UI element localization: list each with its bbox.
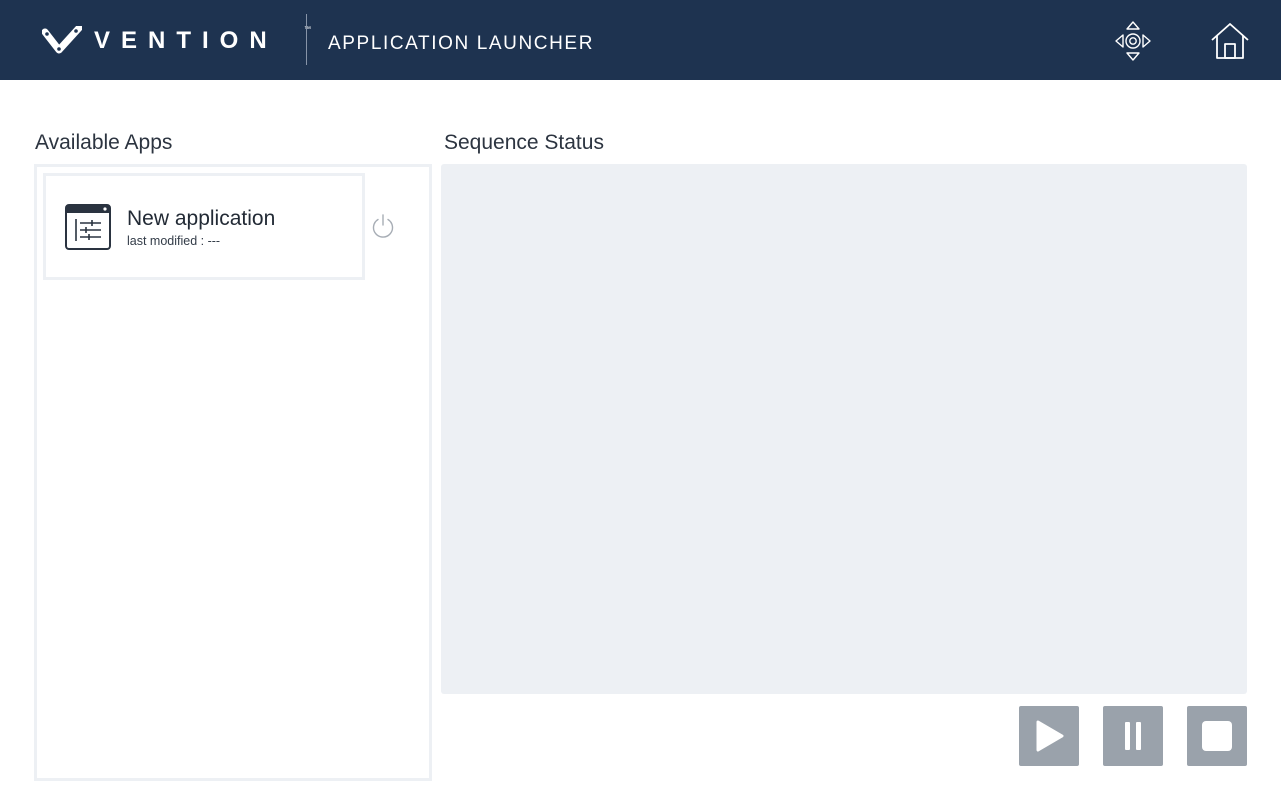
header-divider xyxy=(306,14,307,65)
stop-button[interactable] xyxy=(1187,706,1247,766)
application-settings-icon xyxy=(65,204,111,250)
app-last-modified: last modified : --- xyxy=(127,234,221,248)
pause-button[interactable] xyxy=(1103,706,1163,766)
play-button[interactable] xyxy=(1019,706,1079,766)
app-name: New application xyxy=(127,207,276,230)
home-icon xyxy=(1211,23,1249,59)
available-apps-heading: Available Apps xyxy=(35,131,173,154)
power-icon xyxy=(372,214,394,238)
vention-logo-mark xyxy=(42,26,82,54)
home-button[interactable] xyxy=(1209,20,1251,62)
jog-button[interactable] xyxy=(1112,20,1154,62)
sequence-status-heading: Sequence Status xyxy=(444,131,604,154)
app-power-button[interactable] xyxy=(370,213,396,239)
page-title: APPLICATION LAUNCHER xyxy=(328,33,595,54)
brand-name: VENTION xyxy=(94,27,278,54)
stop-icon xyxy=(1202,721,1232,751)
sequence-status-panel xyxy=(441,164,1247,694)
vention-logo: VENTION ™ xyxy=(42,26,311,56)
jog-controls-icon xyxy=(1115,21,1151,61)
app-card-new-application[interactable]: New application last modified : --- xyxy=(43,173,365,280)
top-header: VENTION ™ APPLICATION LAUNCHER xyxy=(0,0,1281,80)
play-icon xyxy=(1036,720,1064,752)
pause-icon xyxy=(1125,722,1141,750)
